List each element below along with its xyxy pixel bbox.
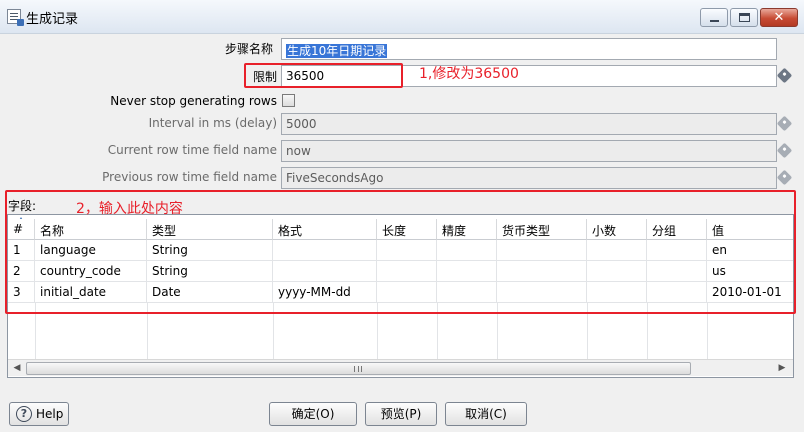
app-document-icon [7, 9, 24, 26]
grip-icon [354, 366, 362, 372]
window-title: 生成记录 [26, 12, 79, 27]
minimize-icon [710, 20, 719, 22]
previous-time-field-label: Previous row time field name [102, 170, 277, 184]
current-time-field-input[interactable]: now [281, 140, 777, 162]
cancel-button[interactable]: 取消(C) [445, 402, 527, 426]
limit-annotation-text: 1,修改为36500 [419, 66, 519, 82]
never-stop-label: Never stop generating rows [110, 94, 277, 108]
current-time-variable-icon[interactable] [776, 142, 793, 159]
fields-annotation-text: 2，输入此处内容 [76, 201, 183, 217]
scrollbar-thumb[interactable] [26, 362, 691, 375]
limit-variable-icon[interactable] [776, 67, 793, 84]
step-name-input[interactable]: 生成10年日期记录 [281, 38, 777, 60]
close-button[interactable]: ✕ [760, 8, 798, 27]
preview-button[interactable]: 预览(P) [365, 402, 437, 426]
help-label: Help [36, 407, 64, 421]
limit-annotation-box [244, 63, 403, 88]
previous-time-variable-icon[interactable] [776, 169, 793, 186]
previous-time-field-input[interactable]: FiveSecondsAgo [281, 167, 777, 189]
scroll-right-icon[interactable]: ▶ [774, 361, 790, 376]
step-name-label: 步骤名称 [224, 42, 273, 56]
help-button[interactable]: ? Help [9, 402, 69, 426]
help-icon: ? [16, 406, 32, 422]
horizontal-scrollbar[interactable]: ◀ ▶ [8, 359, 793, 376]
minimize-button[interactable] [700, 8, 728, 27]
close-icon: ✕ [773, 10, 785, 25]
interval-input[interactable]: 5000 [281, 113, 777, 135]
ok-button[interactable]: 确定(O) [269, 402, 357, 426]
maximize-icon [739, 13, 750, 22]
never-stop-checkbox[interactable] [282, 94, 295, 107]
title-bar: 生成记录 ✕ [0, 0, 804, 34]
scroll-left-icon[interactable]: ◀ [9, 361, 25, 376]
maximize-button[interactable] [730, 8, 758, 27]
current-time-field-label: Current row time field name [107, 143, 277, 157]
step-name-value: 生成10年日期记录 [286, 44, 388, 58]
interval-label: Interval in ms (delay) [148, 116, 277, 130]
interval-variable-icon[interactable] [776, 115, 793, 132]
window-bottom-edge [0, 432, 804, 443]
